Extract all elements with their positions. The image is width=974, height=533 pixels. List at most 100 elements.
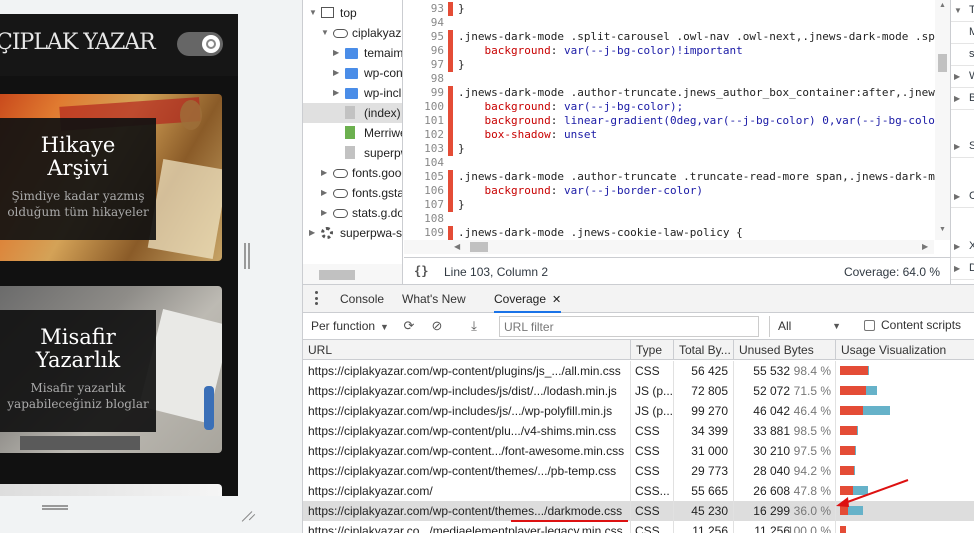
navigator-item[interactable]: ▶ fonts.googleapis.com — [303, 163, 402, 183]
table-row[interactable]: https://ciplakyazar.com/wp-includes/js/d… — [303, 381, 974, 401]
url-filter-input[interactable] — [499, 316, 759, 337]
chevron-right-icon[interactable]: ▶ — [321, 163, 327, 183]
navigator-horizontal-scrollbar[interactable] — [303, 264, 402, 284]
column-header-usage-visualization[interactable]: Usage Visualization — [836, 340, 974, 360]
dark-mode-toggle[interactable] — [177, 32, 223, 56]
table-row[interactable]: https://ciplakyazar.com/wp-content.../fo… — [303, 441, 974, 461]
table-row[interactable]: https://ciplakyazar.com/wp-content/theme… — [303, 461, 974, 481]
chevron-right-icon[interactable]: ▶ — [954, 94, 960, 103]
table-row[interactable]: https://ciplakyazar.co.../mediaelementpl… — [303, 521, 974, 533]
chevron-right-icon[interactable]: ▶ — [333, 83, 339, 103]
reload-icon[interactable]: ⟳ — [400, 317, 418, 335]
table-row[interactable]: https://ciplakyazar.com/wp-content/plu..… — [303, 421, 974, 441]
scroll-left-icon[interactable]: ◀ — [454, 242, 460, 251]
chevron-right-icon[interactable]: ▶ — [954, 72, 960, 81]
sidebar-section[interactable]: s — [951, 44, 974, 66]
corner-resize-handle[interactable] — [240, 500, 256, 522]
column-header-unused-bytes[interactable]: Unused Bytes — [734, 340, 836, 360]
code-line[interactable]: 106 background: var(--j-border-color) — [404, 184, 950, 198]
sidebar-section[interactable]: ▼T — [951, 0, 974, 22]
editor-horizontal-scrollbar[interactable]: ◀ ▶ — [404, 240, 934, 254]
line-number[interactable]: 93 — [404, 2, 444, 16]
close-icon[interactable]: ✕ — [552, 294, 561, 306]
chevron-right-icon[interactable]: ▶ — [954, 142, 960, 151]
line-number[interactable]: 98 — [404, 72, 444, 86]
navigator-item[interactable]: Merriweather — [303, 123, 402, 143]
code-line[interactable]: 100 background: var(--j-bg-color); — [404, 100, 950, 114]
column-header-type[interactable]: Type — [631, 340, 674, 360]
tab-whats-new[interactable]: What's New — [402, 285, 466, 313]
content-scripts-checkbox[interactable]: Content scripts — [864, 318, 961, 332]
site-logo[interactable]: ÇIPLAK YAZAR — [0, 30, 156, 55]
more-tools-icon[interactable] — [315, 291, 319, 305]
sidebar-section[interactable]: M — [951, 22, 974, 44]
code-line[interactable]: 94 — [404, 16, 950, 30]
navigator-item[interactable]: ▶ temaimages — [303, 43, 402, 63]
chevron-down-icon[interactable]: ▼ — [321, 23, 329, 43]
chevron-right-icon[interactable]: ▶ — [954, 264, 960, 273]
code-line[interactable]: 97} — [404, 58, 950, 72]
next-card[interactable] — [0, 484, 222, 496]
table-row[interactable]: https://ciplakyazar.com/wp-content/plugi… — [303, 361, 974, 381]
checkbox-box[interactable] — [864, 320, 875, 331]
scroll-thumb[interactable] — [938, 54, 947, 72]
chevron-right-icon[interactable]: ▶ — [954, 192, 960, 201]
column-header-total-bytes[interactable]: Total By... — [674, 340, 734, 360]
scroll-thumb[interactable] — [470, 242, 488, 252]
line-number[interactable]: 100 — [404, 100, 444, 114]
code-line[interactable]: 104 — [404, 156, 950, 170]
line-number[interactable]: 106 — [404, 184, 444, 198]
code-line[interactable]: 95 .jnews-dark-mode .split-carousel .owl-… — [404, 30, 950, 44]
code-line[interactable]: 103} — [404, 142, 950, 156]
navigator-item[interactable]: ▶ wp-includes — [303, 83, 402, 103]
guest-author-card[interactable]: Misafir Yazarlık Misafir yazarlık yapabi… — [0, 286, 222, 453]
line-number[interactable]: 95 — [404, 30, 444, 44]
chevron-right-icon[interactable]: ▶ — [309, 223, 315, 243]
line-number[interactable]: 97 — [404, 58, 444, 72]
navigator-item[interactable]: ▼ ciplakyazar.com — [303, 23, 402, 43]
code-line[interactable]: 105 .jnews-dark-mode .author-truncate .tr… — [404, 170, 950, 184]
code-line[interactable]: 107} — [404, 198, 950, 212]
code-line[interactable]: 98 — [404, 72, 950, 86]
chevron-right-icon[interactable]: ▼ — [954, 6, 962, 15]
code-line[interactable]: 102 box-shadow: unset — [404, 128, 950, 142]
navigator-item[interactable]: superpwa — [303, 143, 402, 163]
code-line[interactable]: 108 — [404, 212, 950, 226]
editor-vertical-scrollbar[interactable]: ▲ ▼ — [935, 0, 950, 240]
chevron-right-icon[interactable]: ▶ — [321, 203, 327, 223]
line-number[interactable]: 94 — [404, 16, 444, 30]
tab-coverage[interactable]: Coverage ✕ — [494, 285, 562, 313]
sidebar-section[interactable]: ▶D — [951, 258, 974, 280]
code-line[interactable]: 96 background: var(--j-bg-color)!importa… — [404, 44, 950, 58]
pretty-print-icon[interactable]: {} — [414, 264, 428, 278]
scroll-down-icon[interactable]: ▼ — [939, 226, 946, 233]
code-line[interactable]: 93} — [404, 2, 950, 16]
clear-icon[interactable]: ⊘ — [428, 317, 446, 335]
height-resize-handle[interactable] — [42, 505, 68, 510]
sidebar-section[interactable]: ▶B — [951, 88, 974, 110]
chevron-right-icon[interactable]: ▶ — [333, 43, 339, 63]
navigator-item[interactable]: ▶ wp-content — [303, 63, 402, 83]
sidebar-section[interactable]: ▶C — [951, 186, 974, 208]
line-number[interactable]: 107 — [404, 198, 444, 212]
per-function-dropdown[interactable]: Per function ▼ — [311, 319, 389, 333]
table-row[interactable]: https://ciplakyazar.com/wp-includes/js/.… — [303, 401, 974, 421]
scroll-up-icon[interactable]: ▲ — [939, 2, 946, 9]
code-line[interactable]: 101 background: linear-gradient(0deg,var… — [404, 114, 950, 128]
navigator-item[interactable]: ▼ top — [303, 3, 402, 23]
navigator-item[interactable]: ▶ stats.g.doubleclick.net — [303, 203, 402, 223]
line-number[interactable]: 101 — [404, 114, 444, 128]
chevron-down-icon[interactable]: ▼ — [309, 3, 317, 23]
scroll-right-icon[interactable]: ▶ — [922, 242, 928, 251]
line-number[interactable]: 109 — [404, 226, 444, 240]
line-number[interactable]: 99 — [404, 86, 444, 100]
line-number[interactable]: 96 — [404, 44, 444, 58]
chevron-right-icon[interactable]: ▶ — [321, 183, 327, 203]
navigator-item[interactable]: ▶ fonts.gstatic.com — [303, 183, 402, 203]
navigator-item[interactable]: (index) — [303, 103, 402, 123]
mobile-viewport[interactable]: ÇIPLAK YAZAR Hikaye Arşivi Şimdiye kadar… — [0, 14, 238, 496]
column-header-url[interactable]: URL — [303, 340, 631, 360]
width-resize-handle[interactable] — [244, 243, 250, 269]
navigator-item[interactable]: ▶ superpwa-sw.js — [303, 223, 402, 243]
sidebar-section[interactable]: ▶X — [951, 236, 974, 258]
